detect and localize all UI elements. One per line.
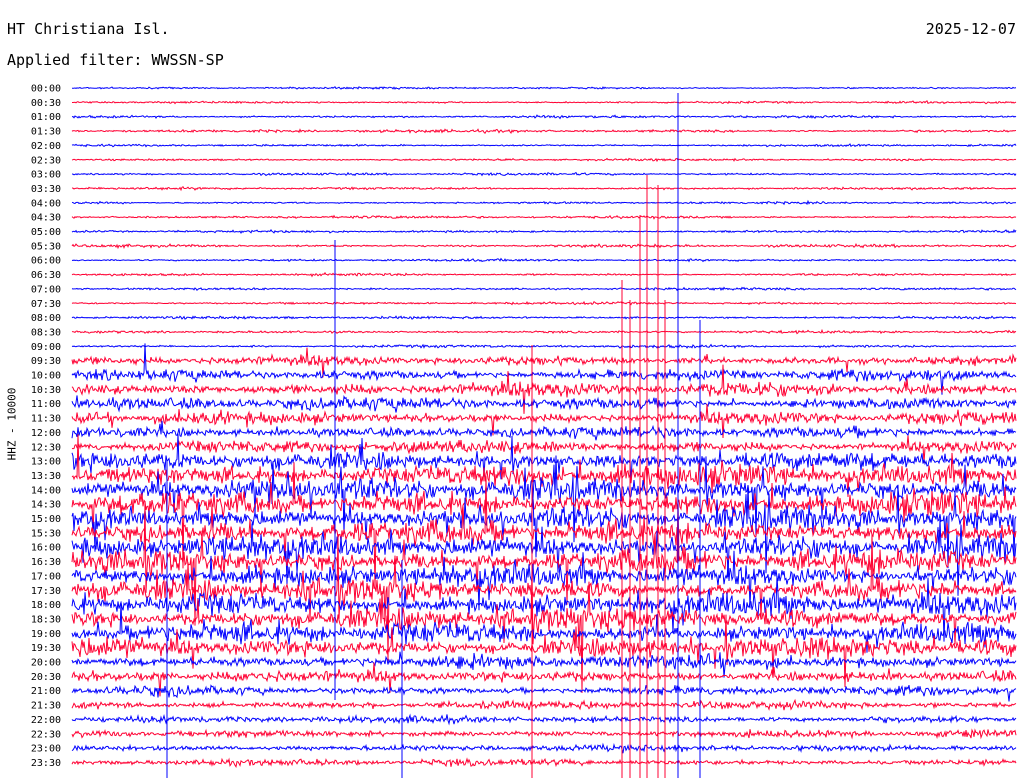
time-tick-label: 10:30 [31,385,61,396]
trace-line [71,403,1017,439]
helicorder-chart: 00:00 00:30 01:00 01:30 02:00 02:30 03:00 03:30… [31,84,1017,778]
station-name: HT Christiana Isl. [7,20,170,38]
time-tick-label: 19:00 [31,629,61,640]
time-tick-label: 10:00 [31,371,61,382]
trace-line [71,343,1017,349]
time-tick-label: 11:30 [31,414,61,425]
time-tick-label: 13:30 [31,471,61,482]
time-tick-label: 02:30 [31,155,61,166]
time-tick-label: 04:30 [31,213,61,224]
trace-line [71,698,1017,711]
trace-line [71,315,1017,320]
trace-line [71,343,1017,395]
trace-line [71,286,1017,292]
record-date: 2025-12-07 [925,20,1016,38]
time-tick-label: 05:00 [31,227,61,238]
time-tick-label: 13:00 [31,457,61,468]
trace-line [71,186,1017,192]
trace-line [71,550,1017,611]
trace-line [71,713,1017,726]
time-tick-labels: 00:00 00:30 01:00 01:30 02:00 02:30 03:00 03:30… [31,84,61,769]
time-tick-label: 20:30 [31,672,61,683]
time-tick-label: 05:30 [31,241,61,252]
filter-label: Applied filter: WWSSN-SP [7,51,224,69]
trace-line [71,757,1017,768]
trace-line [71,143,1017,148]
trace-line [71,300,1017,306]
trace-line [71,271,1017,278]
trace-line [71,199,1017,206]
time-tick-label: 09:00 [31,342,61,353]
trace-line [71,394,1017,413]
trace-line [71,347,1017,378]
time-tick-label: 16:00 [31,543,61,554]
trace-line [71,651,1017,678]
time-tick-label: 18:30 [31,614,61,625]
time-tick-label: 16:30 [31,557,61,568]
trace-line [71,420,1017,441]
time-tick-label: 03:00 [31,170,61,181]
time-tick-label: 12:00 [31,428,61,439]
time-tick-label: 00:30 [31,98,61,109]
trace-line [71,171,1017,177]
time-tick-label: 22:30 [31,729,61,740]
time-tick-label: 11:00 [31,399,61,410]
time-tick-label: 03:30 [31,184,61,195]
time-tick-label: 19:30 [31,643,61,654]
time-tick-label: 23:30 [31,758,61,769]
time-tick-label: 07:30 [31,299,61,310]
time-tick-label: 08:30 [31,327,61,338]
trace-line [71,257,1017,263]
time-tick-label: 23:00 [31,744,61,755]
time-tick-label: 01:00 [31,112,61,123]
time-tick-label: 20:00 [31,658,61,669]
seismic-traces [71,86,1017,778]
trace-line [71,114,1017,120]
time-tick-label: 01:30 [31,127,61,138]
trace-line [71,728,1017,740]
time-tick-label: 07:00 [31,284,61,295]
time-tick-label: 02:00 [31,141,61,152]
time-tick-label: 14:00 [31,485,61,496]
trace-line [71,328,1017,335]
trace-line [71,742,1017,754]
time-tick-label: 06:30 [31,270,61,281]
time-tick-label: 09:30 [31,356,61,367]
trace-line [71,228,1017,235]
time-tick-label: 18:00 [31,600,61,611]
time-tick-label: 00:00 [31,84,61,95]
trace-line [71,575,1017,642]
trace-line [71,684,1017,702]
time-tick-label: 22:00 [31,715,61,726]
trace-line [71,128,1017,135]
time-tick-label: 04:00 [31,198,61,209]
trace-line [71,157,1017,163]
time-tick-label: 14:30 [31,500,61,511]
time-tick-label: 17:00 [31,571,61,582]
trace-line [71,242,1017,250]
trace-line [71,214,1017,220]
trace-line [72,100,1017,105]
trace-line [71,86,1017,90]
time-tick-label: 17:30 [31,586,61,597]
time-tick-label: 12:30 [31,442,61,453]
time-tick-label: 15:00 [31,514,61,525]
time-tick-label: 06:00 [31,256,61,267]
time-tick-label: 08:00 [31,313,61,324]
time-tick-label: 15:30 [31,528,61,539]
time-tick-label: 21:30 [31,701,61,712]
channel-axis-label: HHZ - 10000 [5,387,19,461]
time-tick-label: 21:00 [31,686,61,697]
